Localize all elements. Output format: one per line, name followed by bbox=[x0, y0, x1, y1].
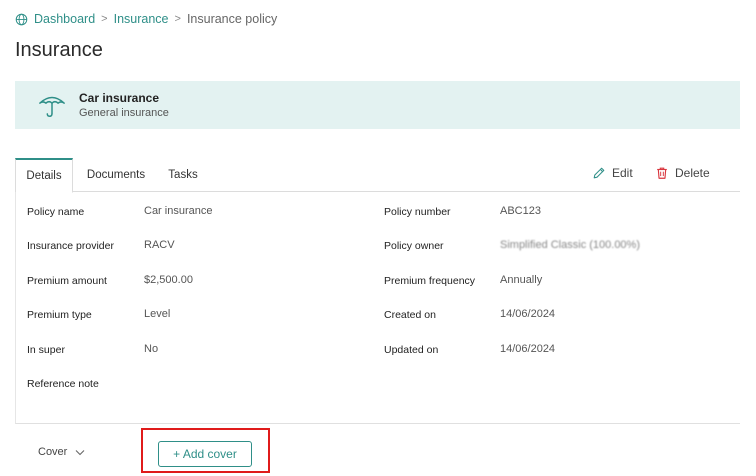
breadcrumb-current: Insurance policy bbox=[186, 12, 278, 26]
delete-button[interactable]: Delete bbox=[655, 166, 710, 180]
detail-label: Policy number bbox=[384, 206, 451, 218]
detail-label: Reference note bbox=[27, 378, 99, 390]
edit-button[interactable]: Edit bbox=[592, 166, 633, 180]
breadcrumb-dashboard[interactable]: Dashboard bbox=[34, 12, 95, 26]
detail-label: In super bbox=[27, 344, 65, 356]
detail-label: Insurance provider bbox=[27, 240, 114, 252]
detail-label: Updated on bbox=[384, 344, 439, 356]
detail-label: Premium type bbox=[27, 309, 92, 321]
tab-documents[interactable]: Documents bbox=[87, 158, 145, 192]
banner-subtitle: General insurance bbox=[79, 107, 169, 119]
cover-toggle[interactable]: Cover bbox=[38, 446, 85, 458]
delete-label: Delete bbox=[675, 166, 710, 180]
policy-banner: Car insurance General insurance bbox=[15, 81, 740, 129]
page-title: Insurance bbox=[15, 39, 103, 61]
detail-label: Policy name bbox=[27, 206, 85, 218]
breadcrumb: Dashboard > Insurance > Insurance policy bbox=[15, 12, 277, 26]
detail-label: Policy owner bbox=[384, 240, 444, 252]
detail-value: Car insurance bbox=[144, 205, 213, 217]
detail-label: Created on bbox=[384, 309, 436, 321]
breadcrumb-insurance[interactable]: Insurance bbox=[114, 12, 169, 26]
cover-label: Cover bbox=[38, 446, 68, 458]
umbrella-icon bbox=[39, 96, 65, 118]
detail-value: Annually bbox=[500, 274, 543, 286]
detail-value: Simplified Classic (100.00%) bbox=[500, 239, 640, 251]
chevron-down-icon bbox=[75, 449, 85, 455]
banner-title: Car insurance bbox=[79, 91, 160, 105]
detail-value: Level bbox=[144, 308, 171, 320]
breadcrumb-separator: > bbox=[101, 13, 108, 25]
detail-value: No bbox=[144, 343, 159, 355]
trash-icon bbox=[657, 167, 667, 179]
edit-label: Edit bbox=[612, 166, 633, 180]
detail-value: 14/06/2024 bbox=[500, 308, 556, 320]
pencil-icon bbox=[593, 167, 605, 179]
globe-icon bbox=[15, 13, 28, 25]
banner-titles: Car insurance General insurance bbox=[79, 91, 169, 119]
highlight-box: + Add cover bbox=[141, 428, 270, 473]
policy-details: Policy name Car insurance Policy number … bbox=[15, 192, 740, 424]
detail-label: Premium frequency bbox=[384, 275, 476, 287]
detail-label: Premium amount bbox=[27, 275, 107, 287]
detail-value: $2,500.00 bbox=[144, 274, 193, 286]
tab-details[interactable]: Details bbox=[15, 158, 73, 193]
detail-value: ABC123 bbox=[500, 205, 541, 217]
breadcrumb-separator: > bbox=[174, 13, 181, 25]
detail-value: 14/06/2024 bbox=[500, 343, 556, 355]
detail-value: RACV bbox=[144, 239, 175, 251]
tab-tasks[interactable]: Tasks bbox=[163, 158, 203, 192]
tabs-row: Details Documents Tasks Edit Delete bbox=[15, 158, 740, 193]
add-cover-button[interactable]: + Add cover bbox=[158, 441, 252, 467]
